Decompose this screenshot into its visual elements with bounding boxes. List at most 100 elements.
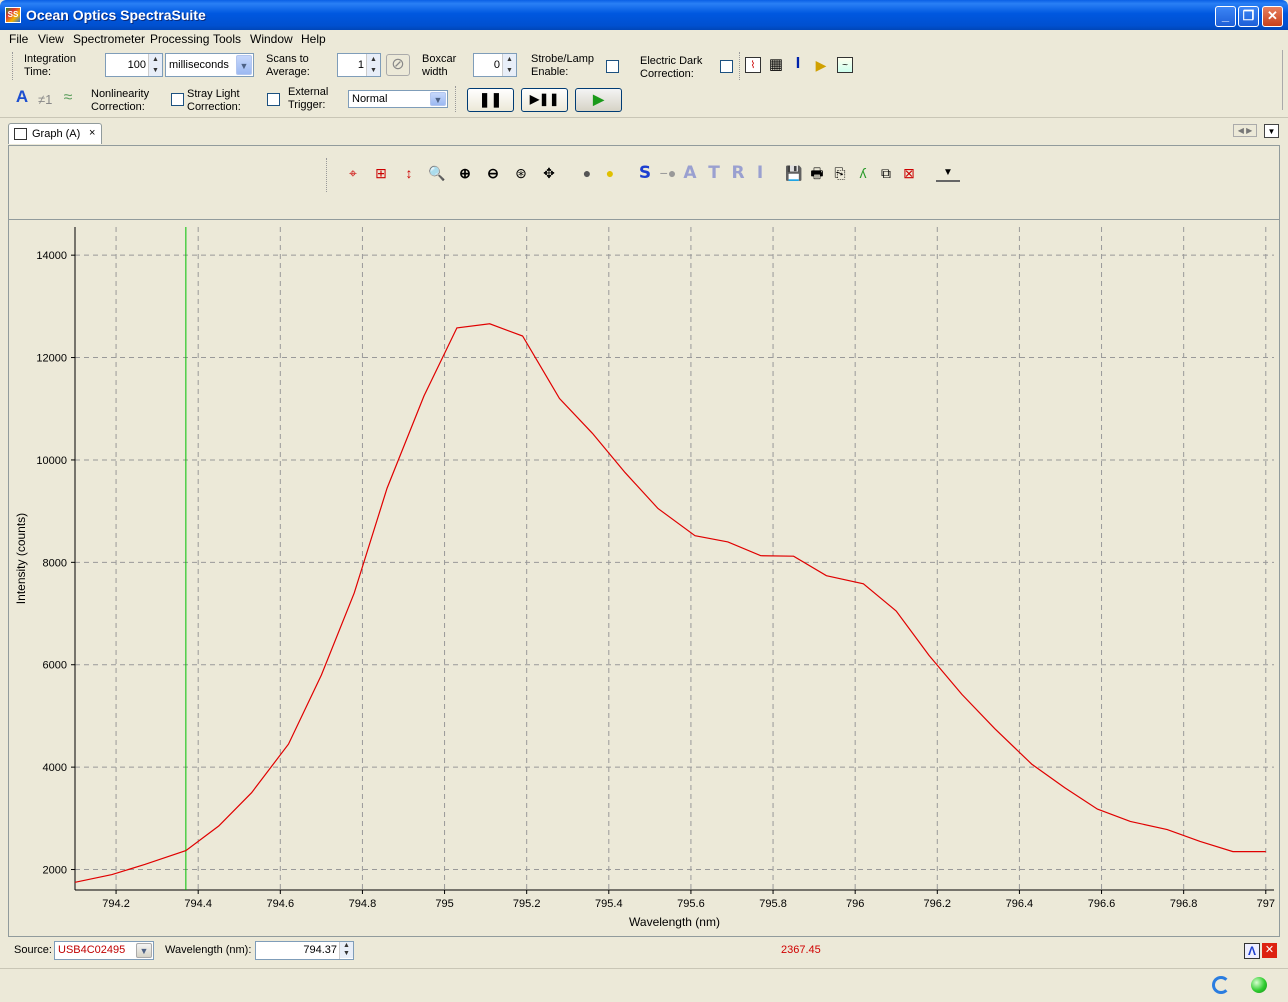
- tab-scroll-icon[interactable]: ◀ ▶: [1233, 124, 1257, 137]
- panel-edge: [1282, 50, 1288, 110]
- subtract-bulb-icon[interactable]: −●: [659, 164, 677, 182]
- status-bar: [0, 968, 1288, 1002]
- reference-bulb-icon[interactable]: ●: [601, 164, 619, 182]
- toolbar-dropdown-icon[interactable]: ▼: [936, 164, 960, 182]
- electric-dark-checkbox[interactable]: [720, 60, 733, 73]
- source-label: Source:: [14, 944, 52, 956]
- y-axis-label: Intensity (counts): [14, 513, 28, 604]
- tab-menu-icon[interactable]: ▼: [1264, 124, 1279, 138]
- toolbar-separator: [455, 86, 457, 112]
- single-acquire-button[interactable]: ▶❚❚: [521, 88, 568, 112]
- maximize-icon[interactable]: ❐: [1238, 6, 1259, 27]
- boxcar-width-spinner[interactable]: 0 ▲ ▼: [473, 53, 517, 77]
- overlay-icon[interactable]: ⧉: [877, 164, 895, 182]
- trigger-mode-select[interactable]: Normal ▼: [348, 90, 448, 108]
- x-tick-label: 795.6: [677, 898, 705, 910]
- y-tick-label: 14000: [36, 250, 67, 262]
- scans-to-average-spinner[interactable]: 1 ▲ ▼: [337, 53, 381, 77]
- not-equal-one-icon[interactable]: ≠1: [38, 93, 52, 106]
- strobe-lamp-checkbox[interactable]: [606, 60, 619, 73]
- menu-processing[interactable]: Processing: [150, 32, 209, 46]
- menu-help[interactable]: Help: [301, 32, 326, 46]
- zoom-fit-icon[interactable]: ⊞: [372, 164, 390, 182]
- menu-file[interactable]: File: [9, 32, 28, 46]
- source-select[interactable]: USB4C02495 ▼: [54, 941, 154, 960]
- minimize-icon[interactable]: _: [1215, 6, 1236, 27]
- spinner-arrows-icon[interactable]: ▲ ▼: [148, 54, 162, 76]
- close-icon[interactable]: ✕: [1262, 6, 1283, 27]
- x-tick-label: 794.4: [184, 898, 212, 910]
- nonlinearity-checkbox[interactable]: [171, 93, 184, 106]
- tab-close-icon[interactable]: ×: [89, 127, 95, 139]
- boxcar-width-label: Boxcar width: [422, 53, 457, 78]
- zoom-in-icon[interactable]: ⊕: [456, 164, 474, 182]
- overlay-view-icon[interactable]: ~: [837, 57, 853, 73]
- scope-mode-icon[interactable]: A: [14, 88, 30, 105]
- zoom-region-icon[interactable]: 🔍: [428, 164, 446, 182]
- absorbance-mode-icon[interactable]: ≈: [60, 90, 76, 106]
- text-view-icon[interactable]: I: [790, 56, 806, 72]
- pause-button[interactable]: ❚❚: [467, 88, 514, 112]
- spinner-arrows-icon[interactable]: ▲ ▼: [502, 54, 516, 76]
- color-view-icon[interactable]: ▶: [813, 57, 829, 73]
- menu-spectrometer[interactable]: Spectrometer: [73, 32, 145, 46]
- chevron-down-icon[interactable]: ▼: [236, 55, 252, 75]
- acquisition-toolbar: Integration Time: 100 ▲ ▼ milliseconds ▼ S…: [0, 48, 1288, 118]
- y-tick-label: 2000: [43, 865, 67, 877]
- delete-overlay-icon[interactable]: ⊠: [900, 164, 918, 182]
- integration-time-spinner[interactable]: 100 ▲ ▼: [105, 53, 163, 77]
- integration-time-label: Integration Time:: [24, 53, 76, 78]
- disabled-icon[interactable]: ⊘: [386, 54, 410, 76]
- title-bar: SS Ocean Optics SpectraSuite _ ❐ ✕: [0, 0, 1288, 30]
- x-tick-label: 796.8: [1170, 898, 1198, 910]
- source-row: Source: USB4C02495 ▼ Wavelength (nm): 79…: [8, 937, 1280, 965]
- electric-dark-label: Electric Dark Correction:: [640, 55, 703, 80]
- menu-view[interactable]: View: [38, 32, 64, 46]
- spinner-arrows-icon[interactable]: ▲ ▼: [366, 54, 380, 76]
- chevron-down-icon[interactable]: ▼: [136, 943, 152, 958]
- tab-graph-a[interactable]: Graph (A) ×: [8, 123, 102, 144]
- menu-tools[interactable]: Tools: [213, 32, 241, 46]
- nonlinearity-label: Nonlinearity Correction:: [91, 88, 150, 113]
- scans-to-average-label: Scans to Average:: [266, 53, 310, 78]
- x-tick-label: 794.2: [102, 898, 130, 910]
- menu-window[interactable]: Window: [250, 32, 293, 46]
- zoom-out-icon[interactable]: ⊖: [484, 164, 502, 182]
- cursor-intensity-value: 2367.45: [781, 944, 821, 956]
- reflection-r-icon[interactable]: R: [729, 164, 747, 182]
- print-icon[interactable]: 🖶: [808, 164, 826, 182]
- stray-light-checkbox[interactable]: [267, 93, 280, 106]
- graph-view-icon[interactable]: ⌇: [745, 57, 761, 73]
- close-cursor-icon[interactable]: ✕: [1262, 943, 1277, 958]
- x-tick-label: 796.4: [1006, 898, 1034, 910]
- status-led-icon: [1251, 977, 1267, 993]
- save-icon[interactable]: 💾: [785, 164, 803, 182]
- y-tick-label: 12000: [36, 353, 67, 365]
- zoom-reset-icon[interactable]: ⊛: [512, 164, 530, 182]
- spectrum-chart[interactable]: 794.2 794.4 794.6 794.8 795 795.2 795.4 795.6 79…: [9, 221, 1279, 936]
- table-view-icon[interactable]: ▦: [768, 57, 784, 73]
- spinner-arrows-icon[interactable]: ▲ ▼: [339, 942, 353, 959]
- chevron-down-icon[interactable]: ▼: [430, 92, 446, 106]
- refresh-icon[interactable]: [1212, 976, 1230, 994]
- x-tick-label: 795.8: [759, 898, 787, 910]
- peak-icon[interactable]: ʎ: [854, 164, 872, 182]
- integration-unit-select[interactable]: milliseconds ▼: [165, 53, 254, 77]
- dark-bulb-icon[interactable]: ●: [578, 164, 596, 182]
- cursor-center-icon[interactable]: ⌖: [344, 164, 362, 182]
- graph-panel: ⌖ ⊞ ↕ 🔍 ⊕ ⊖ ⊛ ✥ ● ● S −● A T R I 💾 🖶 ⎘ ʎ…: [8, 145, 1280, 937]
- graph-toolbar: ⌖ ⊞ ↕ 🔍 ⊕ ⊖ ⊛ ✥ ● ● S −● A T R I 💾 🖶 ⎘ ʎ…: [9, 146, 1279, 220]
- wavelength-input[interactable]: 794.37 ▲ ▼: [255, 941, 354, 960]
- peak-find-icon[interactable]: Λ: [1244, 943, 1260, 959]
- play-button[interactable]: ▶: [575, 88, 622, 112]
- absorbance-a-icon[interactable]: A: [681, 164, 699, 182]
- graph-tab-icon: [14, 128, 27, 140]
- transmission-t-icon[interactable]: T: [705, 164, 723, 182]
- scale-y-icon[interactable]: ↕: [400, 164, 418, 182]
- copy-icon[interactable]: ⎘: [831, 164, 849, 182]
- pan-icon[interactable]: ✥: [540, 164, 558, 182]
- menu-bar: File View Spectrometer Processing Tools …: [0, 30, 1288, 48]
- irradiance-i-icon[interactable]: I: [751, 164, 769, 182]
- app-icon: SS: [5, 7, 21, 23]
- scope-s-icon[interactable]: S: [636, 164, 654, 182]
